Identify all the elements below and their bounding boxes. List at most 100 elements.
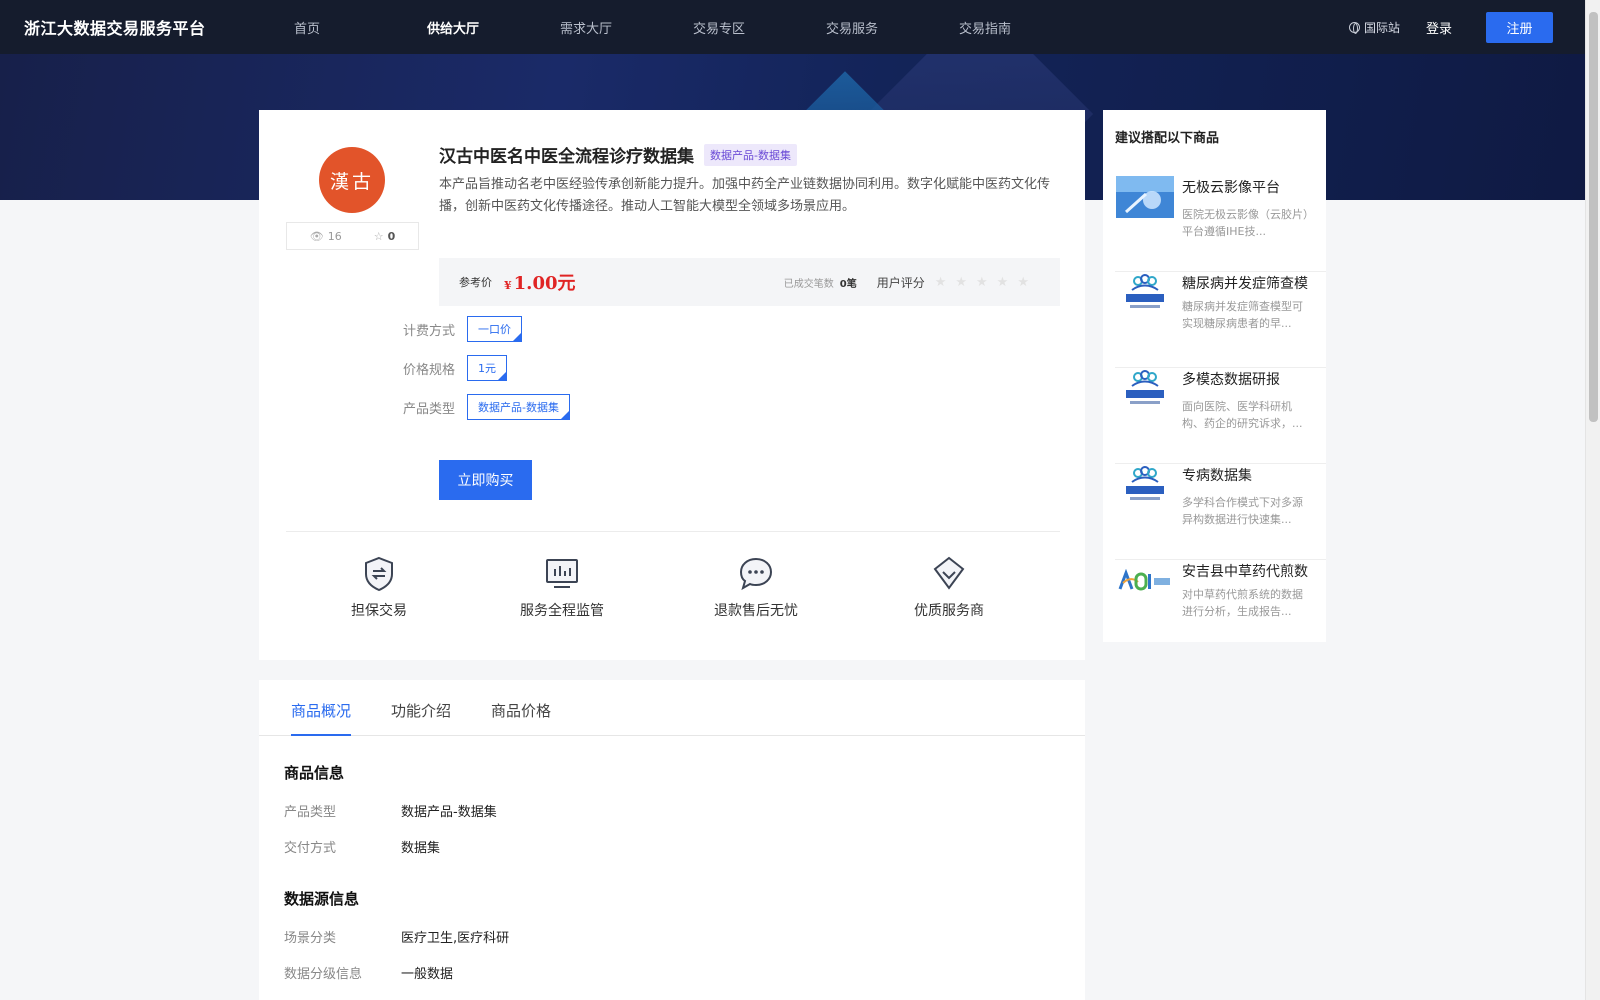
- spec-billing: 计费方式 一口价: [403, 316, 522, 342]
- recommended-item-desc: 糖尿病并发症筛查模型可实现糖尿病患者的早...: [1182, 300, 1303, 330]
- spec-billing-option[interactable]: 一口价: [467, 316, 522, 342]
- feature-label: 担保交易: [351, 603, 407, 619]
- feature-full-supervision: 服务全程监管: [497, 554, 627, 620]
- nav-demand-hall[interactable]: 需求大厅: [560, 18, 693, 37]
- info-value: 数据集: [401, 841, 441, 856]
- spec-price-label: 价格规格: [403, 362, 456, 378]
- recommended-item[interactable]: 无极云影像平台 医院无极云影像（云胶片）平台遵循IHE技...: [1115, 176, 1326, 272]
- ningtang-health-logo-image: [1126, 466, 1164, 500]
- info-key: 产品类型: [284, 805, 337, 820]
- info-key: 数据分级信息: [284, 967, 363, 982]
- spec-type-label: 产品类型: [403, 401, 456, 417]
- info-key: 交付方式: [284, 841, 337, 856]
- nav-home[interactable]: 首页: [294, 18, 427, 37]
- monitor-chart-icon: [546, 559, 578, 588]
- medical-imaging-thumb: [1115, 176, 1175, 218]
- nav-trading-service[interactable]: 交易服务: [826, 18, 959, 37]
- recommended-item-name: 糖尿病并发症筛查模: [1182, 276, 1308, 292]
- recommendation-sidebar: 建议搭配以下商品 无极云影像平台 医院无极云影像（云胶片）平台遵循IHE技...…: [1103, 110, 1326, 642]
- spec-type: 产品类型 数据产品-数据集: [403, 394, 570, 420]
- provider-logo: 漢古: [319, 147, 385, 213]
- favorites-stat[interactable]: ☆ 0: [374, 230, 396, 243]
- adi-logo-image: [1118, 569, 1170, 591]
- chat-bubble-icon: [739, 557, 773, 591]
- page-scrollbar[interactable]: [1585, 0, 1600, 1000]
- recommended-item[interactable]: 多模态数据研报 面向医院、医学科研机构、药企的研究诉求，...: [1115, 368, 1326, 464]
- ningtang-health-logo-image: [1126, 370, 1164, 404]
- login-link[interactable]: 登录: [1426, 18, 1452, 37]
- recommended-item-desc: 多学科合作模式下对多源异构数据进行快速集...: [1182, 496, 1303, 526]
- recommended-item-name: 专病数据集: [1182, 468, 1252, 484]
- info-value: 数据产品-数据集: [401, 805, 497, 820]
- adi-logo: [1115, 560, 1175, 602]
- spec-price-option[interactable]: 1元: [467, 355, 507, 381]
- star-outline-icon: ☆: [373, 229, 384, 243]
- info-row: 交付方式 数据集: [284, 837, 440, 856]
- scrollbar-thumb[interactable]: [1589, 12, 1598, 422]
- feature-refund-worry-free: 退款售后无忧: [691, 554, 821, 620]
- feature-guaranteed-trade: 担保交易: [314, 554, 444, 620]
- medical-imaging-thumb-image: [1116, 176, 1174, 218]
- info-value: 一般数据: [401, 967, 454, 982]
- info-row: 产品类型 数据产品-数据集: [284, 801, 497, 820]
- ningtang-health-logo: [1115, 368, 1175, 410]
- nav-trading-zone[interactable]: 交易专区: [693, 18, 826, 37]
- detail-tabs: 商品概况 功能介绍 商品价格: [259, 680, 1085, 736]
- section-title-data-source: 数据源信息: [284, 890, 360, 908]
- rating-stars: ★★★★★: [934, 274, 1038, 290]
- main-nav: 首页 供给大厅 需求大厅 交易专区 交易服务 交易指南: [294, 18, 1092, 37]
- views-stat: 👁 16: [310, 230, 342, 243]
- globe-icon: [1348, 21, 1360, 34]
- tab-overview[interactable]: 商品概况: [291, 680, 352, 736]
- tab-pricing[interactable]: 商品价格: [491, 680, 551, 735]
- header-actions: 国际站 登录 注册: [1348, 11, 1553, 43]
- feature-quality-provider: 优质服务商: [884, 554, 1014, 620]
- recommended-item-name: 多模态数据研报: [1182, 372, 1280, 388]
- recommended-item-desc: 对中草药代煎系统的数据进行分析，生成报告...: [1182, 588, 1303, 618]
- top-navigation-bar: 浙江大数据交易服务平台 首页 供给大厅 需求大厅 交易专区 交易服务 交易指南 …: [0, 0, 1585, 54]
- deal-count-label: 已成交笔数: [783, 278, 834, 290]
- feature-label: 优质服务商: [914, 603, 984, 619]
- price-box: 参考价 ¥1.00元 已成交笔数 0笔 用户评分 ★★★★★: [439, 258, 1060, 306]
- views-count: 16: [327, 229, 342, 243]
- product-detail-panel: 商品概况 功能介绍 商品价格 商品信息 产品类型 数据产品-数据集 交付方式 数…: [259, 680, 1085, 1000]
- deal-count: 已成交笔数 0笔: [784, 275, 857, 290]
- rating-label: 用户评分: [876, 275, 925, 290]
- platform-logo[interactable]: 浙江大数据交易服务平台: [24, 15, 264, 39]
- recommended-item-name: 安吉县中草药代煎数: [1182, 564, 1308, 580]
- buy-now-button[interactable]: 立即购买: [439, 460, 532, 500]
- feature-label: 退款售后无忧: [714, 603, 798, 619]
- ningtang-health-logo: [1115, 272, 1175, 314]
- spec-billing-label: 计费方式: [403, 323, 456, 339]
- recommended-item-desc: 面向医院、医学科研机构、药企的研究诉求，...: [1182, 400, 1303, 430]
- diamond-icon: [933, 556, 965, 590]
- divider: [286, 531, 1060, 532]
- product-stats: 👁 16 ☆ 0: [286, 222, 419, 250]
- product-card: 漢古 👁 16 ☆ 0 汉古中医名中医全流程诊疗数据集 数据产品-数据集 本产品旨推…: [259, 110, 1085, 660]
- recommended-item-desc: 医院无极云影像（云胶片）平台遵循IHE技...: [1182, 208, 1309, 238]
- shield-exchange-icon: [365, 556, 393, 592]
- info-row: 数据分级信息 一般数据: [284, 963, 453, 982]
- international-site-label: 国际站: [1363, 20, 1400, 35]
- info-key: 场景分类: [284, 931, 337, 946]
- nav-supply-hall[interactable]: 供给大厅: [427, 18, 560, 37]
- favorites-count: 0: [387, 229, 396, 243]
- product-title: 汉古中医名中医全流程诊疗数据集: [439, 147, 694, 167]
- register-button[interactable]: 注册: [1486, 11, 1553, 43]
- price-value: ¥1.00元: [504, 269, 576, 295]
- recommended-item[interactable]: 安吉县中草药代煎数 对中草药代煎系统的数据进行分析，生成报告...: [1115, 560, 1326, 642]
- nav-trading-guide[interactable]: 交易指南: [959, 18, 1092, 37]
- recommended-item[interactable]: 糖尿病并发症筛查模 糖尿病并发症筛查模型可实现糖尿病患者的早...: [1115, 272, 1326, 368]
- spec-price: 价格规格 1元: [403, 355, 507, 381]
- price-label: 参考价: [459, 276, 492, 289]
- tab-features[interactable]: 功能介绍: [391, 680, 451, 735]
- recommended-item[interactable]: 专病数据集 多学科合作模式下对多源异构数据进行快速集...: [1115, 464, 1326, 560]
- info-value: 医疗卫生,医疗科研: [401, 931, 510, 946]
- international-site-link[interactable]: 国际站: [1348, 19, 1400, 36]
- section-title-product-info: 商品信息: [284, 764, 345, 782]
- sidebar-title: 建议搭配以下商品: [1115, 131, 1220, 146]
- feature-label: 服务全程监管: [520, 603, 604, 619]
- product-category-tag: 数据产品-数据集: [704, 143, 797, 166]
- product-title-row: 汉古中医名中医全流程诊疗数据集 数据产品-数据集: [439, 142, 797, 167]
- spec-type-option[interactable]: 数据产品-数据集: [467, 394, 570, 420]
